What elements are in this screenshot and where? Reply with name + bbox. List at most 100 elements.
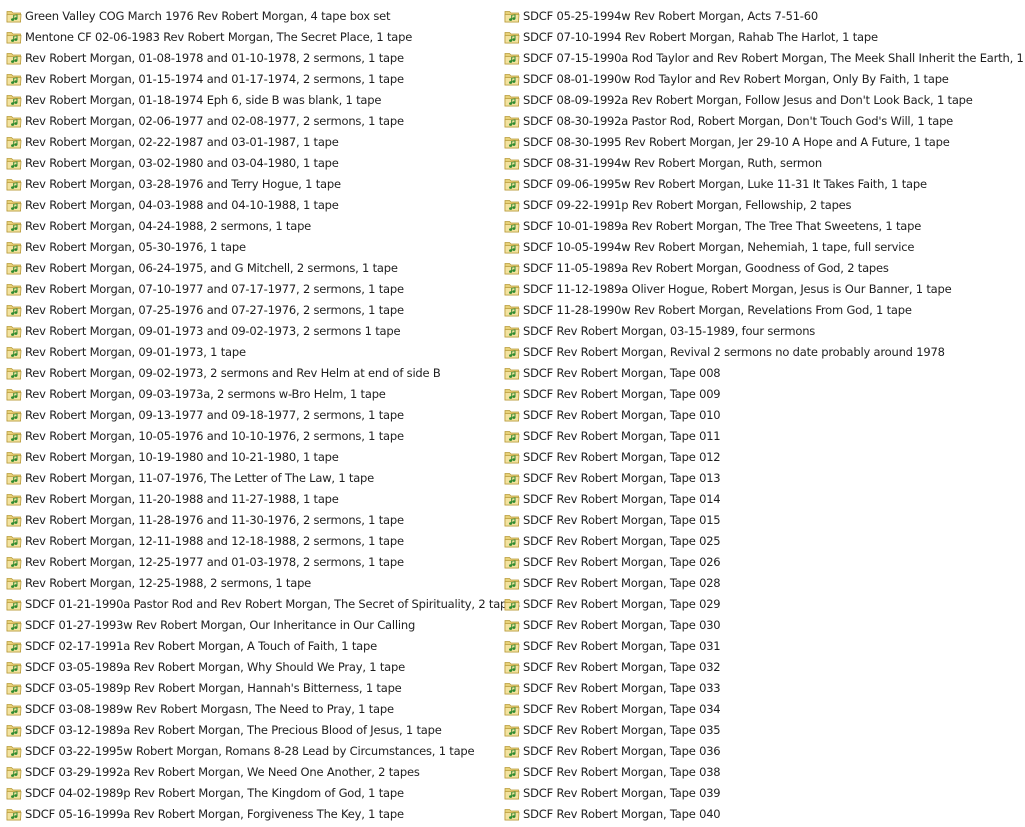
folder-music-icon bbox=[504, 806, 520, 822]
folder-item[interactable]: Rev Robert Morgan, 03-02-1980 and 03-04-… bbox=[6, 152, 498, 173]
folder-music-icon bbox=[6, 491, 22, 507]
folder-item[interactable]: Rev Robert Morgan, 07-25-1976 and 07-27-… bbox=[6, 299, 498, 320]
folder-item[interactable]: Rev Robert Morgan, 11-07-1976, The Lette… bbox=[6, 467, 498, 488]
folder-item[interactable]: Rev Robert Morgan, 04-24-1988, 2 sermons… bbox=[6, 215, 498, 236]
folder-item[interactable]: Rev Robert Morgan, 07-10-1977 and 07-17-… bbox=[6, 278, 498, 299]
folder-item[interactable]: SDCF Rev Robert Morgan, Tape 029 bbox=[504, 593, 1024, 614]
folder-item[interactable]: SDCF Rev Robert Morgan, Tape 038 bbox=[504, 761, 1024, 782]
folder-item[interactable]: SDCF 03-05-1989p Rev Robert Morgan, Hann… bbox=[6, 677, 498, 698]
folder-item[interactable]: SDCF Rev Robert Morgan, Tape 033 bbox=[504, 677, 1024, 698]
folder-item[interactable]: Rev Robert Morgan, 10-19-1980 and 10-21-… bbox=[6, 446, 498, 467]
folder-item[interactable]: SDCF 05-16-1999a Rev Robert Morgan, Forg… bbox=[6, 803, 498, 824]
folder-item[interactable]: SDCF Rev Robert Morgan, Tape 011 bbox=[504, 425, 1024, 446]
folder-item[interactable]: Mentone CF 02-06-1983 Rev Robert Morgan,… bbox=[6, 26, 498, 47]
folder-item[interactable]: SDCF Rev Robert Morgan, Tape 012 bbox=[504, 446, 1024, 467]
folder-item[interactable]: SDCF 01-21-1990a Pastor Rod and Rev Robe… bbox=[6, 593, 520, 614]
folder-music-icon bbox=[504, 260, 520, 276]
folder-item[interactable]: Rev Robert Morgan, 02-22-1987 and 03-01-… bbox=[6, 131, 498, 152]
folder-item[interactable]: SDCF Rev Robert Morgan, Tape 036 bbox=[504, 740, 1024, 761]
folder-item[interactable]: SDCF Rev Robert Morgan, Tape 040 bbox=[504, 803, 1024, 824]
folder-item[interactable]: SDCF Rev Robert Morgan, Tape 013 bbox=[504, 467, 1024, 488]
folder-item[interactable]: Rev Robert Morgan, 12-11-1988 and 12-18-… bbox=[6, 530, 498, 551]
folder-item[interactable]: SDCF 11-28-1990w Rev Robert Morgan, Reve… bbox=[504, 299, 1024, 320]
folder-item[interactable]: SDCF Rev Robert Morgan, Tape 015 bbox=[504, 509, 1024, 530]
folder-item[interactable]: SDCF Rev Robert Morgan, Tape 025 bbox=[504, 530, 1024, 551]
folder-item[interactable]: SDCF Rev Robert Morgan, Tape 009 bbox=[504, 383, 1024, 404]
folder-item[interactable]: SDCF Rev Robert Morgan, Tape 032 bbox=[504, 656, 1024, 677]
folder-item[interactable]: Rev Robert Morgan, 11-28-1976 and 11-30-… bbox=[6, 509, 498, 530]
folder-name: SDCF Rev Robert Morgan, Tape 035 bbox=[523, 722, 721, 737]
folder-item[interactable]: SDCF 09-22-1991p Rev Robert Morgan, Fell… bbox=[504, 194, 1024, 215]
folder-name: SDCF 01-21-1990a Pastor Rod and Rev Robe… bbox=[25, 596, 520, 611]
folder-item[interactable]: SDCF 11-05-1989a Rev Robert Morgan, Good… bbox=[504, 257, 1024, 278]
folder-music-icon bbox=[6, 365, 22, 381]
folder-item[interactable]: SDCF 10-01-1989a Rev Robert Morgan, The … bbox=[504, 215, 1024, 236]
folder-name: SDCF 11-12-1989a Oliver Hogue, Robert Mo… bbox=[523, 281, 952, 296]
folder-item[interactable]: Rev Robert Morgan, 11-20-1988 and 11-27-… bbox=[6, 488, 498, 509]
folder-item[interactable]: Rev Robert Morgan, 10-05-1976 and 10-10-… bbox=[6, 425, 498, 446]
folder-item[interactable]: Rev Robert Morgan, 09-01-1973 and 09-02-… bbox=[6, 320, 498, 341]
folder-item[interactable]: SDCF 07-15-1990a Rod Taylor and Rev Robe… bbox=[504, 47, 1025, 68]
folder-item[interactable]: SDCF Rev Robert Morgan, Tape 035 bbox=[504, 719, 1024, 740]
folder-item[interactable]: SDCF 03-05-1989a Rev Robert Morgan, Why … bbox=[6, 656, 498, 677]
folder-item[interactable]: SDCF 08-31-1994w Rev Robert Morgan, Ruth… bbox=[504, 152, 1024, 173]
folder-item[interactable]: SDCF Rev Robert Morgan, Tape 014 bbox=[504, 488, 1024, 509]
folder-item[interactable]: Rev Robert Morgan, 03-28-1976 and Terry … bbox=[6, 173, 498, 194]
folder-name: Rev Robert Morgan, 12-11-1988 and 12-18-… bbox=[25, 533, 404, 548]
folder-music-icon bbox=[504, 491, 520, 507]
folder-item[interactable]: SDCF Rev Robert Morgan, Tape 028 bbox=[504, 572, 1024, 593]
folder-item[interactable]: Rev Robert Morgan, 06-24-1975, and G Mit… bbox=[6, 257, 498, 278]
folder-item[interactable]: Rev Robert Morgan, 01-15-1974 and 01-17-… bbox=[6, 68, 498, 89]
folder-item[interactable]: Rev Robert Morgan, 04-03-1988 and 04-10-… bbox=[6, 194, 498, 215]
folder-item[interactable]: SDCF 03-29-1992a Rev Robert Morgan, We N… bbox=[6, 761, 498, 782]
folder-item[interactable]: SDCF Rev Robert Morgan, Tape 026 bbox=[504, 551, 1024, 572]
folder-item[interactable]: SDCF 03-12-1989a Rev Robert Morgan, The … bbox=[6, 719, 498, 740]
folder-item[interactable]: Rev Robert Morgan, 12-25-1977 and 01-03-… bbox=[6, 551, 498, 572]
folder-item[interactable]: SDCF Rev Robert Morgan, Tape 039 bbox=[504, 782, 1024, 803]
folder-name: SDCF Rev Robert Morgan, Tape 039 bbox=[523, 785, 721, 800]
folder-item[interactable]: Rev Robert Morgan, 01-18-1974 Eph 6, sid… bbox=[6, 89, 498, 110]
folder-music-icon bbox=[504, 344, 520, 360]
folder-item[interactable]: SDCF Rev Robert Morgan, 03-15-1989, four… bbox=[504, 320, 1024, 341]
folder-item[interactable]: SDCF Rev Robert Morgan, Tape 030 bbox=[504, 614, 1024, 635]
folder-item[interactable]: SDCF 02-17-1991a Rev Robert Morgan, A To… bbox=[6, 635, 498, 656]
folder-item[interactable]: Rev Robert Morgan, 05-30-1976, 1 tape bbox=[6, 236, 498, 257]
folder-item[interactable]: SDCF 05-25-1994w Rev Robert Morgan, Acts… bbox=[504, 5, 1024, 26]
folder-name: SDCF 03-29-1992a Rev Robert Morgan, We N… bbox=[25, 764, 420, 779]
folder-name: Rev Robert Morgan, 06-24-1975, and G Mit… bbox=[25, 260, 398, 275]
folder-item[interactable]: SDCF 08-30-1995 Rev Robert Morgan, Jer 2… bbox=[504, 131, 1024, 152]
folder-item[interactable]: SDCF 08-30-1992a Pastor Rod, Robert Morg… bbox=[504, 110, 1024, 131]
folder-item[interactable]: Green Valley COG March 1976 Rev Robert M… bbox=[6, 5, 498, 26]
folder-item[interactable]: SDCF Rev Robert Morgan, Tape 034 bbox=[504, 698, 1024, 719]
folder-item[interactable]: SDCF Rev Robert Morgan, Tape 010 bbox=[504, 404, 1024, 425]
folder-item[interactable]: SDCF 09-06-1995w Rev Robert Morgan, Luke… bbox=[504, 173, 1024, 194]
folder-item[interactable]: SDCF 11-12-1989a Oliver Hogue, Robert Mo… bbox=[504, 278, 1024, 299]
folder-item[interactable]: SDCF 03-22-1995w Robert Morgan, Romans 8… bbox=[6, 740, 498, 761]
folder-item[interactable]: SDCF 08-09-1992a Rev Robert Morgan, Foll… bbox=[504, 89, 1024, 110]
folder-music-icon bbox=[504, 722, 520, 738]
folder-music-icon bbox=[6, 281, 22, 297]
folder-name: Rev Robert Morgan, 11-07-1976, The Lette… bbox=[25, 470, 375, 485]
folder-item[interactable]: SDCF 10-05-1994w Rev Robert Morgan, Nehe… bbox=[504, 236, 1024, 257]
folder-name: SDCF Rev Robert Morgan, Tape 010 bbox=[523, 407, 721, 422]
folder-item[interactable]: SDCF 01-27-1993w Rev Robert Morgan, Our … bbox=[6, 614, 498, 635]
folder-item[interactable]: Rev Robert Morgan, 01-08-1978 and 01-10-… bbox=[6, 47, 498, 68]
folder-item[interactable]: Rev Robert Morgan, 02-06-1977 and 02-08-… bbox=[6, 110, 498, 131]
folder-item[interactable]: SDCF Rev Robert Morgan, Tape 031 bbox=[504, 635, 1024, 656]
folder-item[interactable]: SDCF Rev Robert Morgan, Tape 008 bbox=[504, 362, 1024, 383]
folder-item[interactable]: Rev Robert Morgan, 12-25-1988, 2 sermons… bbox=[6, 572, 498, 593]
folder-music-icon bbox=[504, 302, 520, 318]
folder-item[interactable]: Rev Robert Morgan, 09-03-1973a, 2 sermon… bbox=[6, 383, 498, 404]
folder-item[interactable]: Rev Robert Morgan, 09-01-1973, 1 tape bbox=[6, 341, 498, 362]
folder-name: SDCF Rev Robert Morgan, 03-15-1989, four… bbox=[523, 323, 816, 338]
folder-item[interactable]: SDCF 08-01-1990w Rod Taylor and Rev Robe… bbox=[504, 68, 1024, 89]
folder-item[interactable]: SDCF 07-10-1994 Rev Robert Morgan, Rahab… bbox=[504, 26, 1024, 47]
folder-item[interactable]: Rev Robert Morgan, 09-13-1977 and 09-18-… bbox=[6, 404, 498, 425]
folder-item[interactable]: SDCF 03-08-1989w Rev Robert Morgasn, The… bbox=[6, 698, 498, 719]
folder-item[interactable]: SDCF 04-02-1989p Rev Robert Morgan, The … bbox=[6, 782, 498, 803]
folder-item[interactable]: Rev Robert Morgan, 09-02-1973, 2 sermons… bbox=[6, 362, 498, 383]
folder-music-icon bbox=[6, 134, 22, 150]
folder-name: SDCF 03-05-1989a Rev Robert Morgan, Why … bbox=[25, 659, 405, 674]
folder-item[interactable]: SDCF Rev Robert Morgan, Revival 2 sermon… bbox=[504, 341, 1024, 362]
folder-name: SDCF 04-02-1989p Rev Robert Morgan, The … bbox=[25, 785, 404, 800]
